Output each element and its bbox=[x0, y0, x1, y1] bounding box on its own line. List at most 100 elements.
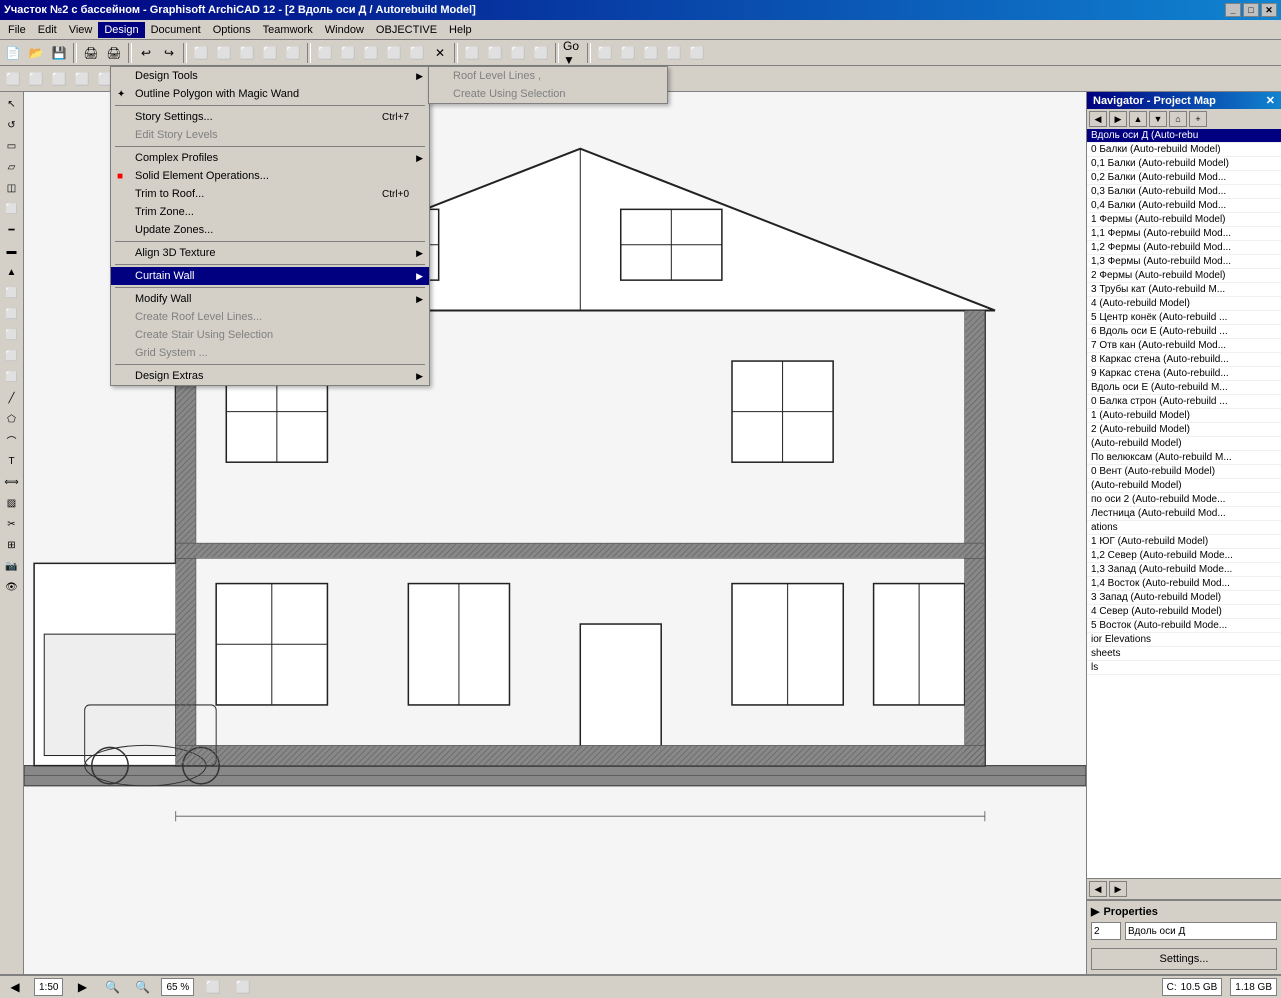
nav-item[interactable]: 1,2 Фермы (Auto-rebuild Mod... bbox=[1087, 241, 1281, 255]
dm-design-tools[interactable]: Design Tools▶ bbox=[111, 67, 429, 85]
menu-view[interactable]: View bbox=[63, 22, 99, 38]
zoom-control-btn[interactable]: ⬜ bbox=[202, 976, 224, 998]
left-btn-beam[interactable]: ━ bbox=[2, 220, 22, 240]
nav-item[interactable]: 1 Фермы (Auto-rebuild Model) bbox=[1087, 213, 1281, 227]
nav-item[interactable]: 5 Восток (Auto-rebuild Mode... bbox=[1087, 619, 1281, 633]
tb1-btn6[interactable]: ⬜ bbox=[314, 42, 336, 64]
left-btn-slab[interactable]: ▬ bbox=[2, 241, 22, 261]
tb1-btn9[interactable]: ⬜ bbox=[383, 42, 405, 64]
open-btn[interactable]: 📂 bbox=[25, 42, 47, 64]
sm-create-using-selection[interactable]: Create Using Selection bbox=[429, 85, 667, 103]
settings-button[interactable]: Settings... bbox=[1091, 948, 1277, 970]
left-btn-window[interactable]: ◫ bbox=[2, 178, 22, 198]
navigator-list[interactable]: Вдоль оси Д (Auto-rebu0 Балки (Auto-rebu… bbox=[1087, 129, 1281, 878]
dm-edit-story[interactable]: Edit Story Levels bbox=[111, 126, 429, 144]
dm-design-extras[interactable]: Design Extras▶ bbox=[111, 367, 429, 385]
left-btn-mesh[interactable]: ⬜ bbox=[2, 304, 22, 324]
dm-create-roof-level[interactable]: Create Roof Level Lines... bbox=[111, 308, 429, 326]
sm-roof-level-lines[interactable]: Roof Level Lines , bbox=[429, 67, 667, 85]
dm-complex-profiles[interactable]: Complex Profiles▶ bbox=[111, 149, 429, 167]
tb1-btn14[interactable]: ⬜ bbox=[507, 42, 529, 64]
menu-design[interactable]: Design bbox=[98, 22, 144, 38]
left-btn-roof[interactable]: ▲ bbox=[2, 262, 22, 282]
nav-item[interactable]: 1 ЮГ (Auto-rebuild Model) bbox=[1087, 535, 1281, 549]
left-btn-obj[interactable]: ⬜ bbox=[2, 346, 22, 366]
nav-item[interactable]: 2 (Auto-rebuild Model) bbox=[1087, 423, 1281, 437]
nav-item[interactable]: 0 Вент (Auto-rebuild Model) bbox=[1087, 465, 1281, 479]
left-btn-poly[interactable]: ⬠ bbox=[2, 409, 22, 429]
dm-grid-system[interactable]: Grid System ... bbox=[111, 344, 429, 362]
dm-align-3d[interactable]: Align 3D Texture▶ bbox=[111, 244, 429, 262]
tb1-btn12[interactable]: ⬜ bbox=[461, 42, 483, 64]
nav-item[interactable]: 1,3 Запад (Auto-rebuild Mode... bbox=[1087, 563, 1281, 577]
nav-item[interactable]: по оси 2 (Auto-rebuild Mode... bbox=[1087, 493, 1281, 507]
dm-update-zones[interactable]: Update Zones... bbox=[111, 221, 429, 239]
left-btn-dim[interactable]: ⟺ bbox=[2, 472, 22, 492]
menu-options[interactable]: Options bbox=[207, 22, 257, 38]
tb1-btn15[interactable]: ⬜ bbox=[530, 42, 552, 64]
left-btn-section[interactable]: ⊞ bbox=[2, 535, 22, 555]
menu-teamwork[interactable]: Teamwork bbox=[257, 22, 319, 38]
print-btn[interactable]: 🖨 bbox=[80, 42, 102, 64]
nav-item[interactable]: 1,4 Восток (Auto-rebuild Mod... bbox=[1087, 577, 1281, 591]
nav-item[interactable]: Вдоль оси Д (Auto-rebu bbox=[1087, 129, 1281, 143]
nav-item[interactable]: 1,1 Фермы (Auto-rebuild Mod... bbox=[1087, 227, 1281, 241]
nav-down-btn[interactable]: ▼ bbox=[1149, 111, 1167, 127]
dm-outline-polygon[interactable]: ✦Outline Polygon with Magic Wand bbox=[111, 85, 429, 103]
menu-help[interactable]: Help bbox=[443, 22, 478, 38]
maximize-button[interactable]: □ bbox=[1243, 3, 1259, 17]
left-btn-cut[interactable]: ✂ bbox=[2, 514, 22, 534]
dm-create-stair[interactable]: Create Stair Using Selection bbox=[111, 326, 429, 344]
dm-story-settings[interactable]: Story Settings...Ctrl+7 bbox=[111, 108, 429, 126]
go-btn[interactable]: Go ▼ bbox=[562, 42, 584, 64]
tb1-btn5[interactable]: ⬜ bbox=[282, 42, 304, 64]
nav-home-btn[interactable]: ⌂ bbox=[1169, 111, 1187, 127]
dm-curtain-wall[interactable]: Curtain Wall▶ bbox=[111, 267, 429, 285]
nav-item[interactable]: Вдоль оси Е (Auto-rebuild M... bbox=[1087, 381, 1281, 395]
nav-item[interactable]: 7 Отв кан (Auto-rebuild Mod... bbox=[1087, 339, 1281, 353]
status-prev-btn[interactable]: ◀ bbox=[4, 976, 26, 998]
nav-item[interactable]: 0 Балки (Auto-rebuild Model) bbox=[1087, 143, 1281, 157]
nav-item[interactable]: 0 Балка строн (Auto-rebuild ... bbox=[1087, 395, 1281, 409]
navigator-close-button[interactable]: ✕ bbox=[1266, 94, 1275, 107]
dm-modify-wall[interactable]: Modify Wall▶ bbox=[111, 290, 429, 308]
menu-file[interactable]: File bbox=[2, 22, 32, 38]
nav-forward-btn[interactable]: ▶ bbox=[1109, 111, 1127, 127]
close-button[interactable]: ✕ bbox=[1261, 3, 1277, 17]
tb1-btn8[interactable]: ⬜ bbox=[360, 42, 382, 64]
left-btn-fill[interactable]: ▨ bbox=[2, 493, 22, 513]
nav-expand-btn[interactable]: + bbox=[1189, 111, 1207, 127]
status-zoom-in[interactable]: 🔍 bbox=[131, 976, 153, 998]
dm-solid-element[interactable]: ■Solid Element Operations... bbox=[111, 167, 429, 185]
prop-number-input[interactable] bbox=[1091, 922, 1121, 940]
nav-up-btn[interactable]: ▲ bbox=[1129, 111, 1147, 127]
tb1-btn4[interactable]: ⬜ bbox=[259, 42, 281, 64]
nav-item[interactable]: ls bbox=[1087, 661, 1281, 675]
tb1-btn2[interactable]: ⬜ bbox=[213, 42, 235, 64]
nav-item[interactable]: ior Elevations bbox=[1087, 633, 1281, 647]
minimize-button[interactable]: _ bbox=[1225, 3, 1241, 17]
left-btn-door[interactable]: ▱ bbox=[2, 157, 22, 177]
nav-scroll-left[interactable]: ◀ bbox=[1089, 881, 1107, 897]
status-zoom-out[interactable]: 🔍 bbox=[101, 976, 123, 998]
nav-item[interactable]: Лестница (Auto-rebuild Mod... bbox=[1087, 507, 1281, 521]
nav-item[interactable]: 1,2 Север (Auto-rebuild Mode... bbox=[1087, 549, 1281, 563]
nav-item[interactable]: 4 (Auto-rebuild Model) bbox=[1087, 297, 1281, 311]
left-btn-eye[interactable]: 👁 bbox=[2, 577, 22, 597]
zoom-fit-btn[interactable]: ⬜ bbox=[232, 976, 254, 998]
nav-item[interactable]: 3 Запад (Auto-rebuild Model) bbox=[1087, 591, 1281, 605]
undo-btn[interactable]: ↩ bbox=[135, 42, 157, 64]
nav-item[interactable]: 1,3 Фермы (Auto-rebuild Mod... bbox=[1087, 255, 1281, 269]
menu-document[interactable]: Document bbox=[145, 22, 207, 38]
tb2-btn1[interactable]: ⬜ bbox=[2, 68, 24, 90]
left-btn-stair[interactable]: ⬜ bbox=[2, 283, 22, 303]
nav-back-btn[interactable]: ◀ bbox=[1089, 111, 1107, 127]
dm-trim-zone[interactable]: Trim Zone... bbox=[111, 203, 429, 221]
save-btn[interactable]: 💾 bbox=[48, 42, 70, 64]
left-btn-col[interactable]: ⬜ bbox=[2, 199, 22, 219]
nav-item[interactable]: 5 Центр конёк (Auto-rebuild ... bbox=[1087, 311, 1281, 325]
tb1-btn13[interactable]: ⬜ bbox=[484, 42, 506, 64]
nav-item[interactable]: sheets bbox=[1087, 647, 1281, 661]
nav-item[interactable]: 0,1 Балки (Auto-rebuild Model) bbox=[1087, 157, 1281, 171]
redo-btn[interactable]: ↪ bbox=[158, 42, 180, 64]
